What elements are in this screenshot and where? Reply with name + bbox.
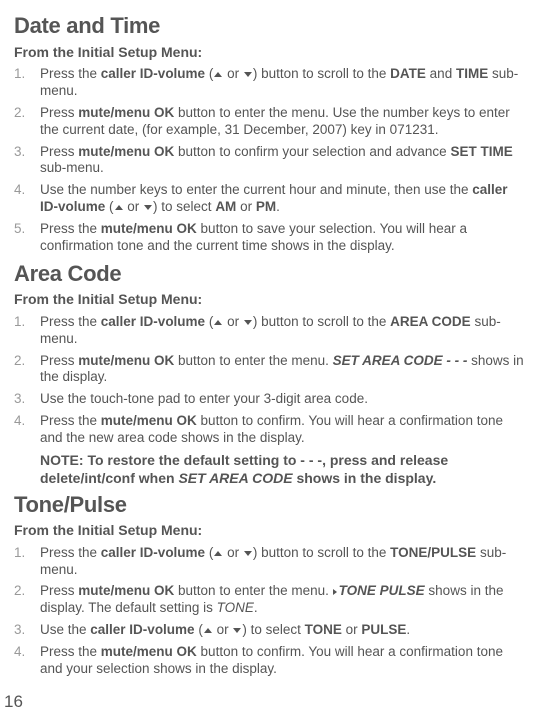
section-subtitle: From the Initial Setup Menu: (14, 44, 527, 62)
list-item: 3.Press mute/menu OK button to confirm y… (14, 144, 527, 178)
item-text: Press mute/menu OK button to confirm you… (40, 144, 527, 178)
list-item: 3.Use the caller ID-volume ( or ) to sel… (14, 622, 527, 639)
arrow-up-icon (115, 205, 123, 210)
list-item: 1.Press the caller ID-volume ( or ) butt… (14, 545, 527, 579)
list-item: 2.Press mute/menu OK button to enter the… (14, 105, 527, 139)
item-text: Press the mute/menu OK button to confirm… (40, 413, 527, 447)
item-number: 2. (14, 583, 40, 617)
arrow-up-icon (214, 551, 222, 556)
instruction-list: 1.Press the caller ID-volume ( or ) butt… (14, 66, 527, 255)
item-text: Press the caller ID-volume ( or ) button… (40, 314, 527, 348)
section: Tone/Pulse From the Initial Setup Menu: 1.… (14, 491, 527, 678)
arrow-down-icon (244, 551, 252, 556)
arrow-down-icon (244, 320, 252, 325)
item-text: Press the caller ID-volume ( or ) button… (40, 66, 527, 100)
item-text: Press mute/menu OK button to enter the m… (40, 353, 527, 387)
list-item: 4.Use the number keys to enter the curre… (14, 182, 527, 216)
item-number: 4. (14, 413, 40, 447)
list-item: 4.Press the mute/menu OK button to confi… (14, 644, 527, 678)
item-number: 1. (14, 545, 40, 579)
arrow-up-icon (214, 320, 222, 325)
list-item: 5.Press the mute/menu OK button to save … (14, 221, 527, 255)
item-number: 1. (14, 66, 40, 100)
section-subtitle: From the Initial Setup Menu: (14, 522, 527, 540)
section-subtitle: From the Initial Setup Menu: (14, 291, 527, 309)
section-title: Date and Time (14, 12, 527, 40)
section: Area CodeFrom the Initial Setup Menu:1.P… (14, 260, 527, 488)
item-number: 4. (14, 182, 40, 216)
arrow-down-icon (144, 205, 152, 210)
item-number: 3. (14, 391, 40, 408)
item-number: 1. (14, 314, 40, 348)
section-title: Tone/Pulse (14, 491, 527, 519)
item-text: Press mute/menu OK button to enter the m… (40, 583, 527, 617)
item-number: 3. (14, 622, 40, 639)
item-text: Use the touch-tone pad to enter your 3-d… (40, 391, 527, 408)
list-item: 1.Press the caller ID-volume ( or ) butt… (14, 66, 527, 100)
item-text: Use the number keys to enter the current… (40, 182, 527, 216)
instruction-list: 1.Press the caller ID-volume ( or ) butt… (14, 314, 527, 447)
instruction-list: 1.Press the caller ID-volume ( or ) butt… (14, 545, 527, 678)
note: NOTE: To restore the default setting to … (40, 452, 527, 488)
item-number: 2. (14, 105, 40, 139)
item-text: Press the caller ID-volume ( or ) button… (40, 545, 527, 579)
arrow-right-icon (333, 589, 337, 595)
section: Date and Time From the Initial Setup Menu… (14, 12, 527, 255)
arrow-up-icon (204, 628, 212, 633)
list-item: 1.Press the caller ID-volume ( or ) butt… (14, 314, 527, 348)
list-item: 2.Press mute/menu OK button to enter the… (14, 353, 527, 387)
item-number: 5. (14, 221, 40, 255)
list-item: 3.Use the touch-tone pad to enter your 3… (14, 391, 527, 408)
item-text: Press the mute/menu OK button to confirm… (40, 644, 527, 678)
item-number: 4. (14, 644, 40, 678)
item-text: Press the mute/menu OK button to save yo… (40, 221, 527, 255)
page-number: 16 (4, 691, 23, 712)
arrow-down-icon (233, 628, 241, 633)
section-title: Area Code (14, 260, 527, 288)
list-item: 2.Press mute/menu OK button to enter the… (14, 583, 527, 617)
item-text: Press mute/menu OK button to enter the m… (40, 105, 527, 139)
item-text: Use the caller ID-volume ( or ) to selec… (40, 622, 527, 639)
arrow-down-icon (244, 72, 252, 77)
arrow-up-icon (214, 72, 222, 77)
list-item: 4.Press the mute/menu OK button to confi… (14, 413, 527, 447)
item-number: 2. (14, 353, 40, 387)
item-number: 3. (14, 144, 40, 178)
